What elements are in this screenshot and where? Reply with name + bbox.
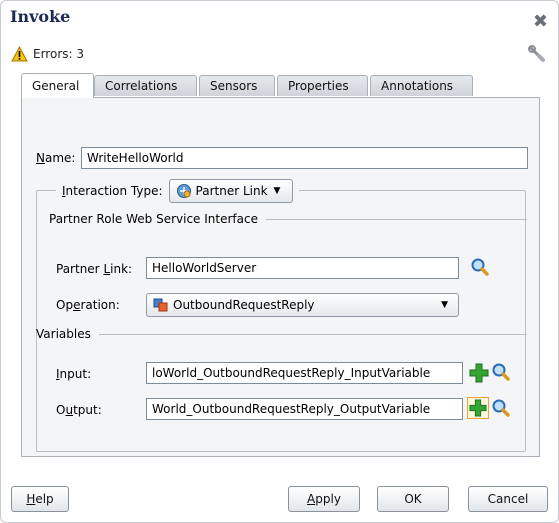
errors-status: Errors: 3 [11,45,84,63]
dialog-title: Invoke [10,7,71,26]
tab-annotations[interactable]: Annotations [370,75,473,96]
partner-role-title: Partner Role Web Service Interface [49,212,258,226]
apply-button[interactable]: Apply [288,486,360,512]
general-panel: Name: WriteHelloWorld Interaction Type: … [21,97,540,457]
input-label: Input: [56,367,92,381]
operation-dropdown[interactable]: OutboundRequestReply ▼ [146,293,459,317]
errors-text: Errors: 3 [33,47,84,61]
output-add-icon[interactable] [467,397,489,419]
warning-icon [11,46,28,62]
output-variable-field[interactable]: World_OutboundRequestReply_OutputVariabl… [146,398,463,420]
tab-sensors[interactable]: Sensors [199,75,275,96]
partner-link-icon [176,183,192,199]
partner-link-label: Partner Link: [56,262,133,276]
wrench-icon[interactable] [528,45,546,66]
close-icon[interactable]: ✖ [533,13,548,31]
chevron-down-icon: ▼ [441,300,448,310]
input-search-icon[interactable] [491,362,511,385]
interaction-type-label: Interaction Type: [62,184,163,198]
tab-properties[interactable]: Properties [277,75,368,96]
help-button[interactable]: Help [11,486,69,512]
chevron-down-icon: ▼ [273,186,281,196]
input-variable-field[interactable]: loWorld_OutboundRequestReply_InputVariab… [146,362,463,384]
cancel-button[interactable]: Cancel [468,486,548,512]
operation-icon [153,298,168,312]
tab-correlations[interactable]: Correlations [94,75,197,96]
partner-link-field[interactable]: HelloWorldServer [146,257,459,279]
input-add-icon[interactable] [469,363,489,386]
partner-role-section: Partner Role Web Service Interface [49,212,527,226]
name-label: Name: [36,151,76,165]
operation-label: Operation: [56,298,120,312]
tab-bar: General Correlations Sensors Properties … [21,73,541,98]
output-search-icon[interactable] [491,398,511,421]
variables-title: Variables [36,327,91,341]
ok-button[interactable]: OK [377,486,449,512]
output-label: Output: [56,403,102,417]
tab-general[interactable]: General [21,73,94,98]
interaction-type-legend: Interaction Type: Partner Link ▼ [56,179,299,203]
invoke-dialog: Invoke ✖ Errors: 3 General Correlations … [0,0,559,523]
name-field[interactable]: WriteHelloWorld [81,147,528,169]
interaction-type-dropdown[interactable]: Partner Link ▼ [168,179,293,203]
variables-section: Variables [36,327,527,341]
partner-link-search-icon[interactable] [470,257,490,280]
